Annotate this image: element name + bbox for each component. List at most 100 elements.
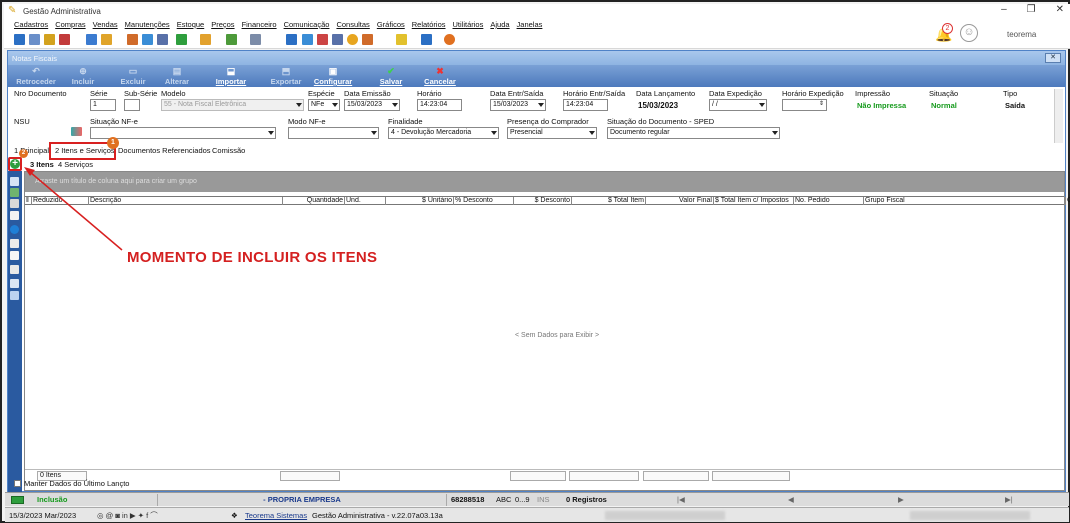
menu-item-utilitarios[interactable]: Utilitários [453, 20, 484, 29]
horario-entr-saida-field[interactable]: 14:23:04 [563, 99, 608, 111]
serie-field[interactable]: 1 [90, 99, 116, 111]
minimize-icon[interactable]: – [1001, 4, 1007, 15]
data-entr-saida-field[interactable]: 15/03/2023 [490, 99, 546, 111]
info-icon[interactable] [10, 225, 19, 234]
tab-comissao[interactable]: Comissão [212, 146, 245, 155]
tool-icon[interactable] [10, 239, 19, 248]
tool-icon[interactable] [302, 34, 313, 45]
tool-icon[interactable] [157, 34, 168, 45]
alterar-button[interactable]: ▤ Alterar [160, 66, 194, 86]
cancelar-button[interactable]: ✖ Cancelar [420, 66, 460, 86]
user-avatar-icon[interactable]: ☺ [960, 24, 978, 42]
menu-item-consultas[interactable]: Consultas [336, 20, 369, 29]
col-und[interactable]: Und. [345, 197, 386, 205]
sub-serie-field[interactable] [124, 99, 140, 111]
tool-icon[interactable] [176, 34, 187, 45]
tool-icon[interactable] [101, 34, 112, 45]
menu-item-financeiro[interactable]: Financeiro [242, 20, 277, 29]
col-total-item[interactable]: $ Total Item [572, 197, 646, 205]
menu-item-graficos[interactable]: Gráficos [377, 20, 405, 29]
situacao-nfe-select[interactable] [90, 127, 276, 139]
social-icons[interactable]: ◎ @ ◙ in ▶ ✦ f ⌒ [97, 510, 158, 521]
tool-icon[interactable] [86, 34, 97, 45]
tool-icon[interactable] [10, 291, 19, 300]
modelo-select[interactable]: 55 - Nota Fiscal Eletrônica [161, 99, 304, 111]
tool-icon[interactable] [142, 34, 153, 45]
next-record-icon[interactable]: ▶ [898, 494, 904, 506]
first-record-icon[interactable]: |◀ [677, 494, 685, 506]
tool-icon[interactable] [29, 34, 40, 45]
menu-item-estoque[interactable]: Estoque [177, 20, 205, 29]
close-icon[interactable]: ✕ [1056, 4, 1064, 15]
col-quantidade[interactable]: Quantidade [283, 197, 345, 205]
importar-button[interactable]: ⬓ Importar [206, 66, 256, 86]
tool-icon[interactable] [332, 34, 343, 45]
col-valor-final[interactable]: Valor Final [646, 197, 714, 205]
tool-icon[interactable] [250, 34, 261, 45]
col-unitario[interactable]: $ Unitário [386, 197, 454, 205]
col-g[interactable]: G [1066, 197, 1070, 205]
exportar-button[interactable]: ⬒ Exportar [266, 66, 306, 86]
data-emissao-field[interactable]: 15/03/2023 [344, 99, 400, 111]
col-desconto[interactable]: $ Desconto [514, 197, 572, 205]
col-reduzido[interactable]: Reduzido [32, 197, 89, 205]
retroceder-button[interactable]: ↶ Retroceder [16, 66, 56, 86]
col-perc-desconto[interactable]: % Desconto [454, 197, 514, 205]
tool-icon[interactable] [444, 34, 455, 45]
menu-item-compras[interactable]: Compras [55, 20, 85, 29]
tool-icon[interactable] [10, 188, 19, 197]
tool-icon[interactable] [59, 34, 70, 45]
tool-icon[interactable] [200, 34, 211, 45]
col-descricao[interactable]: Descrição [89, 197, 283, 205]
spinner-icon[interactable]: ⇕ [819, 100, 824, 109]
checkbox-icon[interactable] [14, 480, 21, 487]
tool-icon[interactable] [10, 199, 19, 208]
tool-icon[interactable] [14, 34, 25, 45]
tab-itens[interactable]: 3 Itens [30, 160, 54, 169]
col-grupo-fiscal[interactable]: Grupo Fiscal [864, 197, 1066, 205]
tool-icon[interactable] [421, 34, 432, 45]
tool-icon[interactable] [286, 34, 297, 45]
menu-item-relatorios[interactable]: Relatórios [412, 20, 446, 29]
nsu-icon[interactable] [71, 127, 82, 136]
tab-servicos[interactable]: 4 Serviços [58, 160, 93, 169]
add-item-button[interactable]: + [10, 159, 20, 169]
horario-expedicao-field[interactable]: ⇕ [782, 99, 827, 111]
tool-icon[interactable] [10, 279, 19, 288]
menu-item-manutencoes[interactable]: Manutenções [125, 20, 170, 29]
child-close-button[interactable]: ✕ [1045, 53, 1061, 63]
presenca-select[interactable]: Presencial [507, 127, 597, 139]
tool-icon[interactable] [44, 34, 55, 45]
tool-icon[interactable] [10, 265, 19, 274]
excluir-button[interactable]: ▭ Excluir [116, 66, 150, 86]
company-link[interactable]: Teorema Sistemas [245, 510, 307, 521]
situacao-sped-select[interactable]: Documento regular [607, 127, 780, 139]
especie-select[interactable]: NFe [308, 99, 340, 111]
menu-item-comunicacao[interactable]: Comunicação [284, 20, 330, 29]
tool-icon[interactable] [10, 251, 19, 260]
last-record-icon[interactable]: ▶| [1005, 494, 1013, 506]
tool-icon[interactable] [347, 34, 358, 45]
group-by-area[interactable]: Arraste um título de coluna aqui para cr… [25, 172, 1064, 192]
configurar-button[interactable]: ▣ Configurar [310, 66, 356, 86]
modo-nfe-select[interactable] [288, 127, 379, 139]
col-no-pedido[interactable]: No. Pedido [794, 197, 864, 205]
star-icon[interactable] [396, 34, 407, 45]
manter-dados-checkbox[interactable]: Manter Dados do Último Lançto [14, 479, 129, 488]
menu-item-precos[interactable]: Preços [211, 20, 234, 29]
tool-icon[interactable] [127, 34, 138, 45]
restore-icon[interactable]: ❐ [1027, 4, 1036, 15]
tool-icon[interactable] [10, 211, 19, 220]
prev-record-icon[interactable]: ◀ [788, 494, 794, 506]
data-expedicao-field[interactable]: / / [709, 99, 767, 111]
salvar-button[interactable]: ✔ Salvar [374, 66, 408, 86]
tool-icon[interactable] [362, 34, 373, 45]
menu-item-vendas[interactable]: Vendas [93, 20, 118, 29]
menu-item-janelas[interactable]: Janelas [517, 20, 543, 29]
menu-item-ajuda[interactable]: Ajuda [490, 20, 509, 29]
menu-item-cadastros[interactable]: Cadastros [14, 20, 48, 29]
tool-icon[interactable] [317, 34, 328, 45]
form-scrollbar[interactable] [1054, 89, 1063, 143]
tab-documentos-referenciados[interactable]: Documentos Referenciados [118, 146, 211, 155]
finalidade-select[interactable]: 4 - Devolução Mercadoria [388, 127, 499, 139]
